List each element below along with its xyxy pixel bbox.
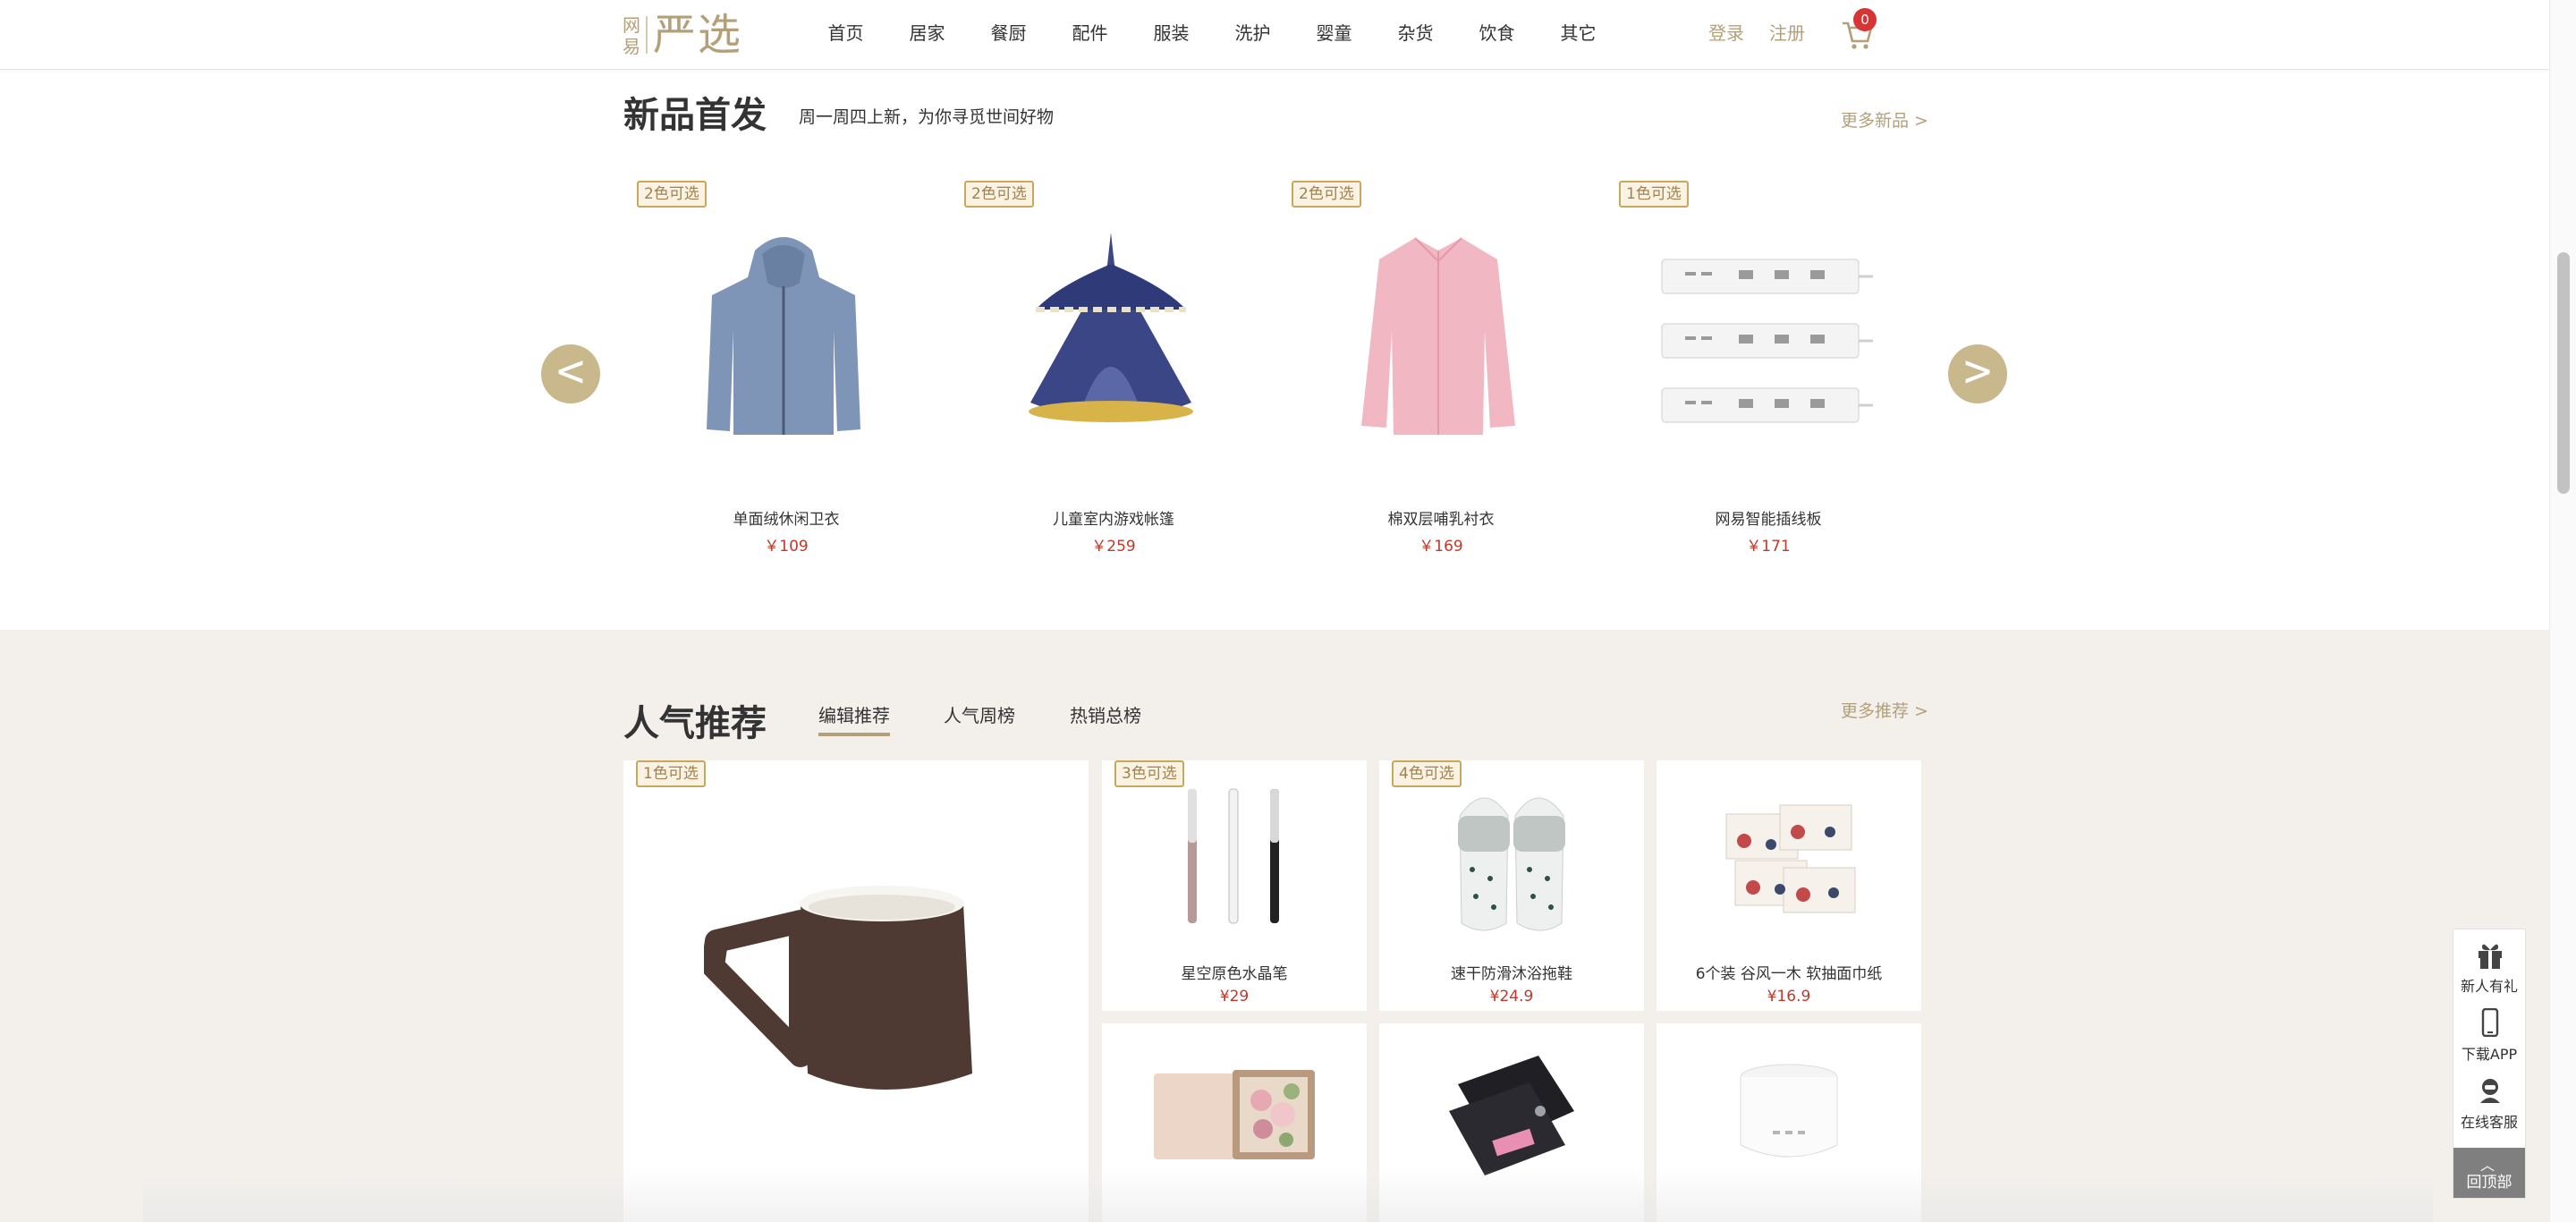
logo-small-text: 网易 — [623, 14, 640, 57]
new-product-card[interactable]: 2色可选 儿童室内游戏帐篷 ￥259 — [950, 181, 1272, 574]
popular-section: 人气推荐 编辑推荐 人气周榜 热销总榜 更多推荐 > 1色可选 3色可选 星空原… — [0, 630, 2549, 1222]
new-product-card[interactable]: 2色可选 棉双层哺乳衬衣 ￥169 — [1277, 181, 1599, 574]
phone-icon — [2481, 1008, 2499, 1037]
user-links: 登录 注册 — [1708, 0, 1805, 70]
nav-item-accessories[interactable]: 配件 — [1049, 0, 1131, 70]
shirt-image — [1331, 224, 1546, 438]
product-price: ¥24.9 — [1489, 988, 1534, 1006]
tissues-image — [1725, 804, 1856, 913]
tab-weekly-popular[interactable]: 人气周榜 — [944, 701, 1015, 727]
customer-service-icon — [2480, 1079, 2500, 1103]
new-user-gift-button[interactable]: 新人有礼 — [2453, 931, 2525, 997]
cart-count-badge: 0 — [1853, 8, 1877, 31]
color-option-tag: 2色可选 — [637, 181, 707, 208]
top-header: 网易 严选 首页 居家 餐厨 配件 服装 洗护 婴童 杂货 饮食 其它 登录 注… — [0, 0, 2549, 70]
more-new-products-link[interactable]: 更多新品 > — [1841, 107, 1928, 132]
gift-icon — [2479, 944, 2502, 969]
more-recommend-link[interactable]: 更多推荐 > — [1841, 698, 1928, 722]
new-products-title: 新品首发 — [623, 95, 767, 136]
product-name: 网易智能插线板 — [1715, 511, 1822, 529]
new-product-card[interactable]: 2色可选 单面绒休闲卫衣 ￥109 — [623, 181, 945, 574]
product-price: ￥171 — [1746, 538, 1791, 556]
side-toolbar: 新人有礼 下载APP 在线客服 ︿ 回顶部 — [2453, 929, 2526, 1199]
humidifier-image — [1740, 1064, 1838, 1158]
hoodie-image — [676, 224, 891, 438]
product-name: 速干防滑沐浴拖鞋 — [1451, 965, 1572, 983]
slippers-image — [1458, 797, 1565, 931]
download-app-button[interactable]: 下载APP — [2453, 999, 2525, 1065]
product-name: 棉双层哺乳衬衣 — [1387, 511, 1495, 529]
carousel-prev-button[interactable]: < — [541, 344, 600, 403]
product-card[interactable]: 6个装 谷风一木 软抽面巾纸 ¥16.9 — [1657, 760, 1921, 1011]
page: 网易 严选 首页 居家 餐厨 配件 服装 洗护 婴童 杂货 饮食 其它 登录 注… — [0, 0, 2576, 1222]
back-to-top-button[interactable]: ︿ 回顶部 — [2453, 1148, 2525, 1198]
product-price: ￥259 — [1091, 538, 1136, 556]
main-nav: 首页 居家 餐厨 配件 服装 洗护 婴童 杂货 饮食 其它 — [805, 0, 1619, 70]
carousel-next-button[interactable]: > — [1948, 344, 2007, 403]
product-name: 星空原色水晶笔 — [1181, 965, 1288, 983]
register-link[interactable]: 注册 — [1769, 0, 1805, 70]
nav-item-home[interactable]: 首页 — [805, 0, 886, 70]
logo-divider — [646, 16, 648, 54]
online-service-button[interactable]: 在线客服 — [2453, 1067, 2525, 1133]
page-scrollbar[interactable] — [2549, 0, 2576, 1222]
featured-product-card[interactable]: 1色可选 — [623, 760, 1089, 1222]
color-option-tag: 1色可选 — [1619, 181, 1689, 208]
popular-title: 人气推荐 — [623, 703, 767, 744]
nav-item-goods[interactable]: 杂货 — [1375, 0, 1456, 70]
product-card[interactable]: 4色可选 速干防滑沐浴拖鞋 ¥24.9 — [1379, 760, 1644, 1011]
login-link[interactable]: 登录 — [1708, 0, 1744, 70]
product-card[interactable] — [1102, 1023, 1367, 1222]
flower-book-image — [1154, 1070, 1315, 1159]
logo-big-text: 严选 — [653, 10, 743, 60]
product-name: 6个装 谷风一木 软抽面巾纸 — [1695, 965, 1883, 983]
side-app-label: 下载APP — [2461, 1046, 2518, 1063]
product-price: ￥109 — [764, 538, 809, 556]
new-products-subtitle: 周一周四上新，为你寻觅世间好物 — [799, 107, 1055, 127]
pens-image — [1188, 788, 1279, 924]
nav-item-kitchen[interactable]: 餐厨 — [968, 0, 1049, 70]
side-service-label: 在线客服 — [2460, 1114, 2518, 1131]
color-option-tag: 2色可选 — [1292, 181, 1361, 208]
product-name: 儿童室内游戏帐篷 — [1053, 511, 1174, 529]
tab-editor-picks[interactable]: 编辑推荐 — [818, 701, 890, 736]
tab-best-sellers[interactable]: 热销总榜 — [1070, 701, 1141, 727]
product-card[interactable]: 3色可选 星空原色水晶笔 ¥29 — [1102, 760, 1367, 1011]
color-option-tag: 1色可选 — [636, 760, 706, 787]
nav-item-wash-care[interactable]: 洗护 — [1212, 0, 1293, 70]
nav-item-food[interactable]: 饮食 — [1456, 0, 1538, 70]
tent-image — [1004, 224, 1218, 438]
yanxuan-logo[interactable]: 网易 严选 — [623, 9, 753, 61]
black-gift-box-image — [1449, 1056, 1574, 1175]
side-top-label: 回顶部 — [2466, 1174, 2512, 1192]
new-product-card[interactable]: 1色可选 网易智能插线板 ￥171 — [1605, 181, 1927, 574]
product-card[interactable] — [1657, 1023, 1921, 1222]
mug-image — [704, 886, 972, 1090]
side-gift-label: 新人有礼 — [2460, 978, 2518, 995]
product-price: ¥29 — [1219, 988, 1250, 1006]
product-name: 单面绒休闲卫衣 — [733, 511, 840, 529]
color-option-tag: 2色可选 — [964, 181, 1034, 208]
nav-item-clothing[interactable]: 服装 — [1131, 0, 1212, 70]
nav-item-home-living[interactable]: 居家 — [886, 0, 968, 70]
scrollbar-thumb[interactable] — [2557, 252, 2570, 494]
product-price: ￥169 — [1419, 538, 1463, 556]
power-strip-image — [1658, 224, 1873, 438]
product-card[interactable] — [1379, 1023, 1644, 1222]
nav-item-other[interactable]: 其它 — [1538, 0, 1619, 70]
product-price: ¥16.9 — [1767, 988, 1811, 1006]
nav-item-baby[interactable]: 婴童 — [1293, 0, 1375, 70]
